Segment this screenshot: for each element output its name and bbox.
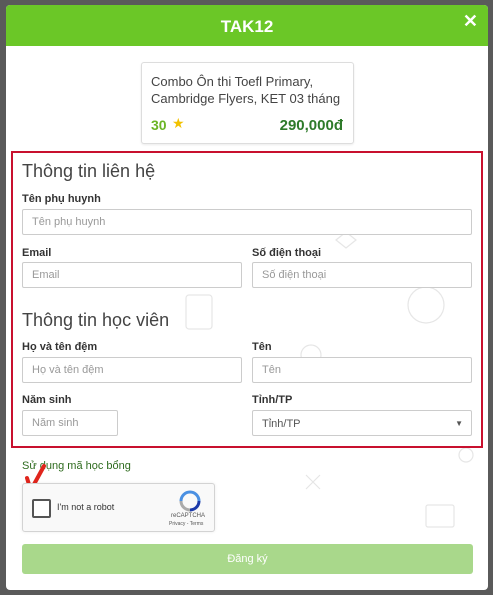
email-label: Email: [22, 247, 52, 259]
recaptcha-label: I'm not a robot: [57, 502, 115, 512]
middle-name-label: Họ và tên đệm: [22, 341, 98, 353]
first-name-label: Tên: [252, 341, 272, 353]
product-name: Combo Ôn thi Toefl Primary, Cambridge Fl…: [151, 74, 341, 106]
registration-modal: TAK12 ✕ Combo Ôn thi Toefl Primary, Camb…: [6, 5, 488, 590]
recaptcha-widget: I'm not a robot reCAPTCHA Privacy - Term…: [22, 483, 215, 532]
recaptcha-brand: reCAPTCHA: [171, 513, 206, 519]
recaptcha-logo-icon: [179, 490, 201, 512]
parent-name-label: Tên phụ huynh: [22, 193, 101, 205]
province-label: Tỉnh/TP: [252, 394, 293, 406]
contact-section-title: Thông tin liên hệ: [22, 161, 156, 181]
product-lessons: 30: [151, 117, 167, 133]
close-icon[interactable]: ✕: [463, 11, 478, 32]
star-icon: ★: [172, 115, 185, 131]
chevron-down-icon: ▼: [455, 419, 463, 428]
modal-title: TAK12: [220, 17, 274, 36]
birth-year-input[interactable]: [22, 410, 118, 436]
submit-button[interactable]: Đăng ký: [22, 544, 473, 574]
student-section-title: Thông tin học viên: [22, 310, 170, 330]
first-name-input[interactable]: [252, 357, 472, 383]
recaptcha-checkbox[interactable]: [32, 499, 51, 518]
email-input[interactable]: [22, 262, 242, 288]
middle-name-input[interactable]: [22, 357, 242, 383]
phone-label: Số điện thoại: [252, 247, 322, 259]
birth-year-label: Năm sinh: [22, 394, 72, 406]
modal-header: TAK12 ✕: [6, 5, 488, 46]
recaptcha-links[interactable]: Privacy - Terms: [169, 521, 203, 527]
province-select[interactable]: Tỉnh/TP ▼: [252, 410, 472, 436]
parent-name-input[interactable]: [22, 209, 472, 235]
province-selected-value: Tỉnh/TP: [262, 418, 301, 430]
product-price: 290,000đ: [279, 117, 343, 134]
phone-input[interactable]: [252, 262, 472, 288]
product-card: Combo Ôn thi Toefl Primary, Cambridge Fl…: [141, 62, 354, 144]
